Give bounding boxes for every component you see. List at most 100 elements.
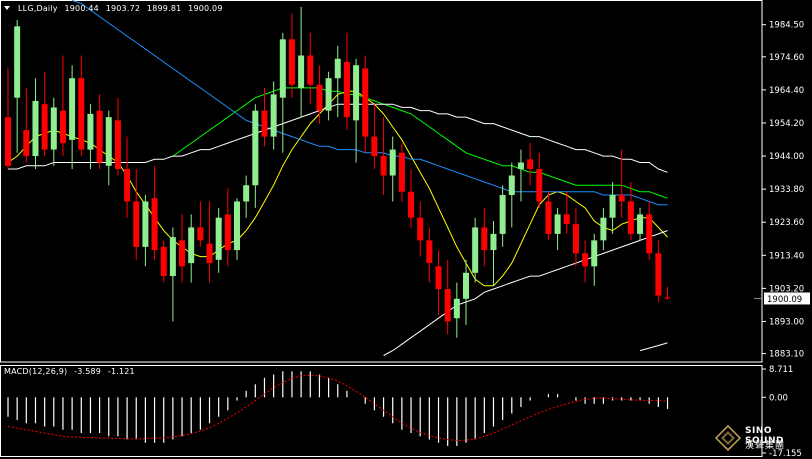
candle-body xyxy=(545,201,552,234)
candle-body xyxy=(655,253,662,296)
candle-body xyxy=(5,117,11,166)
price-axis-label: 1913.40 xyxy=(769,251,804,261)
candle-body xyxy=(637,214,644,234)
open-value: 1900.44 xyxy=(64,4,99,13)
low-value: 1899.81 xyxy=(146,4,182,13)
candle-body xyxy=(270,94,277,137)
current-price-label: 1900.09 xyxy=(767,295,802,305)
candle-body xyxy=(472,227,479,273)
candle-body xyxy=(252,110,259,186)
candle-body xyxy=(279,39,286,98)
candle-body xyxy=(105,117,112,166)
candle-body xyxy=(169,237,176,277)
candle-body xyxy=(609,194,616,218)
candle-body xyxy=(197,227,204,241)
candle-body xyxy=(261,110,268,137)
candle-body xyxy=(224,214,231,251)
macd-panel-frame xyxy=(0,365,763,457)
candle-body xyxy=(453,298,460,319)
macd-axis-label: 0.00 xyxy=(769,393,788,403)
candle-body xyxy=(646,214,653,254)
price-header: LLG,Daily 1900.44 1903.72 1899.81 1900.0… xyxy=(4,4,223,13)
moving-average-line-ma_slow xyxy=(71,0,668,206)
candle-body xyxy=(508,175,515,195)
watermark-subtext: 漢聲集團 xyxy=(745,441,786,451)
candle-body xyxy=(50,107,57,150)
price-axis-label: 1984.50 xyxy=(769,21,804,31)
macd-label: MACD(12,26,9) xyxy=(4,367,68,376)
price-axis-label: 1944.00 xyxy=(769,152,804,162)
price-axis-label: 1954.20 xyxy=(769,119,804,129)
candle-body xyxy=(179,240,186,267)
price-axis-label: 1974.60 xyxy=(769,53,804,63)
candle-body xyxy=(591,240,598,267)
candle-body xyxy=(133,201,140,247)
candle-body xyxy=(371,136,378,157)
candle-body xyxy=(343,62,350,118)
candle-body xyxy=(536,169,543,202)
sino-sound-logo: SINO SOUND 漢聲集團 xyxy=(714,424,807,452)
price-axis-label: 1893.00 xyxy=(769,317,804,327)
candle-body xyxy=(142,201,149,247)
candle-body xyxy=(444,289,451,322)
symbol-label: LLG,Daily xyxy=(18,4,58,13)
candle-body xyxy=(481,227,488,251)
candle-body xyxy=(243,185,250,202)
price-axis-label: 1883.10 xyxy=(769,350,804,360)
price-axis-label: 1933.80 xyxy=(769,185,804,195)
candle-body xyxy=(298,55,305,88)
macd-signal-value: -1.121 xyxy=(107,367,135,376)
candle-body xyxy=(664,297,671,299)
macd-axis-label: 8.711 xyxy=(769,365,793,375)
collapse-arrow-icon[interactable] xyxy=(4,5,10,10)
candle-body xyxy=(417,217,424,241)
moving-average-line-ma_extra xyxy=(383,230,668,356)
candle-body xyxy=(78,78,85,150)
diamond-logo-icon xyxy=(714,424,742,452)
moving-average-line-ma_bottom xyxy=(639,342,668,352)
candle-body xyxy=(398,152,405,192)
candle-body xyxy=(234,201,240,251)
candle-body xyxy=(517,162,524,170)
candle-body xyxy=(316,84,323,111)
candle-body xyxy=(32,100,39,157)
close-value: 1900.09 xyxy=(188,4,223,13)
candle-body xyxy=(389,149,396,176)
candle-body xyxy=(96,110,103,163)
candle-body xyxy=(59,110,66,144)
moving-average-line-ma_mid xyxy=(172,87,668,199)
candle-body xyxy=(563,214,570,225)
macd-header: MACD(12,26,9) -3.589 -1.121 xyxy=(4,367,135,376)
candle-body xyxy=(206,243,213,264)
candle-body xyxy=(554,214,561,234)
price-axis-label: 1923.60 xyxy=(769,218,804,228)
candle-body xyxy=(334,58,341,79)
candle-body xyxy=(463,272,469,299)
candle-body xyxy=(215,217,222,260)
candle-body xyxy=(490,233,497,251)
candle-body xyxy=(499,194,506,234)
candle-body xyxy=(380,156,387,176)
macd-value: -3.589 xyxy=(74,367,102,376)
candle-body xyxy=(627,201,634,234)
candle-body xyxy=(23,130,30,157)
candle-body xyxy=(353,65,360,121)
candle-body xyxy=(572,224,579,254)
candle-body xyxy=(582,253,589,267)
candle-body xyxy=(114,120,121,170)
candle-body xyxy=(288,39,295,85)
candle-body xyxy=(87,113,94,150)
candle-body xyxy=(408,191,415,218)
candle-body xyxy=(527,159,534,170)
candle-body xyxy=(151,198,158,251)
candle-body xyxy=(160,246,167,277)
candle-body xyxy=(435,266,442,290)
candle-body xyxy=(41,104,48,150)
candle-body xyxy=(618,194,625,202)
candle-body xyxy=(362,68,369,137)
price-chart[interactable]: 1984.50 1974.60 1964.40 1954.20 1944.00 1933.… xyxy=(0,0,812,459)
price-axis-label: 1964.40 xyxy=(769,86,804,96)
main-panel-frame xyxy=(0,0,763,363)
candle-body xyxy=(307,55,314,85)
candle-body xyxy=(600,217,607,241)
